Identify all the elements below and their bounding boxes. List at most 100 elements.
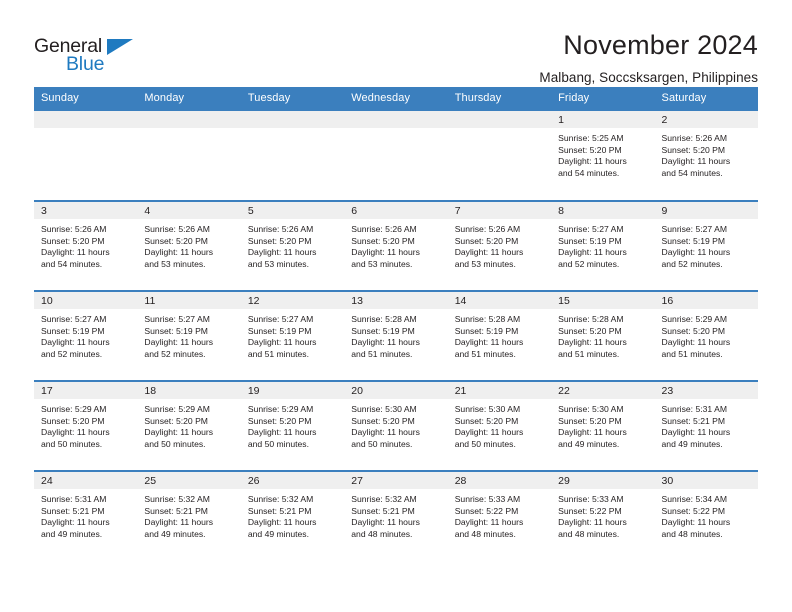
sunrise-time: Sunrise: 5:27 AM — [247, 314, 314, 324]
day-details — [344, 128, 447, 133]
sunrise-time: Sunrise: 5:26 AM — [247, 224, 314, 234]
calendar-body: 1 Sunrise: 5:25 AM Sunset: 5:20 PM Daylight… — [34, 111, 758, 561]
calendar-day-cell[interactable]: 28 Sunrise: 5:33 AM Sunset: 5:22 PM Dayligh… — [447, 470, 552, 561]
day-details: Sunrise: 5:28 AM Sunset: 5:19 PM Daylight:… — [344, 309, 447, 360]
calendar-day-cell[interactable]: 7 Sunrise: 5:26 AM Sunset: 5:20 PM Daylight… — [447, 200, 552, 291]
daylight-duration-line1: Daylight: 11 hours — [454, 427, 524, 438]
calendar-day-cell[interactable]: 1 Sunrise: 5:25 AM Sunset: 5:20 PM Daylight… — [551, 111, 655, 201]
calendar-day-cell[interactable]: 23 Sunrise: 5:31 AM Sunset: 5:21 PM Dayligh… — [654, 380, 758, 471]
sunrise-time: Sunrise: 5:30 AM — [454, 404, 521, 414]
calendar-day-cell[interactable]: 9 Sunrise: 5:27 AM Sunset: 5:19 PM Daylight… — [654, 200, 758, 291]
daylight-duration-line2: and 51 minutes. — [558, 348, 620, 359]
daylight-duration-line2: and 49 minutes. — [247, 528, 309, 539]
calendar-day-cell[interactable]: 5 Sunrise: 5:26 AM Sunset: 5:20 PM Daylight… — [240, 200, 345, 291]
calendar-day-cell[interactable]: 19 Sunrise: 5:29 AM Sunset: 5:20 PM Dayligh… — [240, 380, 345, 471]
calendar-day-cell[interactable]: 6 Sunrise: 5:26 AM Sunset: 5:20 PM Daylight… — [344, 200, 448, 291]
general-blue-logo[interactable]: General Blue — [34, 36, 146, 82]
sunset-time: Sunset: 5:19 PM — [454, 325, 519, 336]
calendar-day-cell[interactable]: 16 Sunrise: 5:29 AM Sunset: 5:20 PM Dayligh… — [654, 290, 758, 381]
sunset-time: Sunset: 5:20 PM — [351, 415, 415, 426]
sunrise-time: Sunrise: 5:29 AM — [144, 404, 210, 414]
day-details: Sunrise: 5:32 AM Sunset: 5:21 PM Daylight:… — [137, 489, 240, 540]
sunrise-time: Sunrise: 5:30 AM — [558, 404, 624, 414]
daylight-duration-line1: Daylight: 11 hours — [247, 517, 317, 528]
daylight-duration-line1: Daylight: 11 hours — [247, 337, 317, 348]
calendar-day-cell[interactable]: 13 Sunrise: 5:28 AM Sunset: 5:19 PM Dayligh… — [344, 290, 448, 381]
sunrise-time: Sunrise: 5:26 AM — [454, 224, 521, 234]
sunset-time: Sunset: 5:22 PM — [558, 505, 622, 516]
day-number: 26 — [240, 472, 345, 489]
daylight-duration-line1: Daylight: 11 hours — [661, 427, 731, 438]
sunrise-time: Sunrise: 5:34 AM — [661, 494, 727, 504]
daylight-duration-line2: and 50 minutes. — [454, 438, 516, 449]
weekday-header-friday: Friday — [551, 87, 655, 111]
sunset-time: Sunset: 5:20 PM — [558, 325, 622, 336]
sunset-time: Sunset: 5:20 PM — [661, 144, 726, 155]
calendar-day-cell[interactable]: 14 Sunrise: 5:28 AM Sunset: 5:19 PM Dayligh… — [447, 290, 552, 381]
daylight-duration-line1: Daylight: 11 hours — [41, 247, 110, 258]
day-details: Sunrise: 5:27 AM Sunset: 5:19 PM Daylight:… — [241, 309, 344, 360]
daylight-duration-line2: and 50 minutes. — [41, 438, 103, 449]
daylight-duration-line1: Daylight: 11 hours — [454, 337, 524, 348]
day-number: 25 — [137, 472, 241, 489]
weekday-header-wednesday: Wednesday — [344, 87, 448, 111]
calendar-day-cell[interactable]: 27 Sunrise: 5:32 AM Sunset: 5:21 PM Dayligh… — [344, 470, 448, 561]
calendar-day-cell[interactable]: 18 Sunrise: 5:29 AM Sunset: 5:20 PM Dayligh… — [137, 380, 241, 471]
calendar-day-cell[interactable]: 24 Sunrise: 5:31 AM Sunset: 5:21 PM Dayligh… — [34, 470, 138, 561]
calendar-day-cell[interactable]: 12 Sunrise: 5:27 AM Sunset: 5:19 PM Dayligh… — [240, 290, 345, 381]
day-details: Sunrise: 5:29 AM Sunset: 5:20 PM Daylight:… — [34, 399, 137, 450]
day-number: 14 — [447, 292, 552, 309]
day-number: 3 — [34, 202, 138, 219]
calendar-day-cell[interactable]: 15 Sunrise: 5:28 AM Sunset: 5:20 PM Dayligh… — [551, 290, 655, 381]
sunrise-time: Sunrise: 5:32 AM — [351, 494, 417, 504]
calendar-day-cell[interactable]: 8 Sunrise: 5:27 AM Sunset: 5:19 PM Daylight… — [551, 200, 655, 291]
sunrise-time: Sunrise: 5:28 AM — [558, 314, 624, 324]
sunrise-time: Sunrise: 5:29 AM — [41, 404, 107, 414]
sunset-time: Sunset: 5:21 PM — [247, 505, 312, 516]
day-number: 6 — [344, 202, 448, 219]
day-number: 27 — [344, 472, 448, 489]
daylight-duration-line1: Daylight: 11 hours — [144, 247, 214, 258]
day-details: Sunrise: 5:33 AM Sunset: 5:22 PM Daylight:… — [448, 489, 551, 540]
sunrise-time: Sunrise: 5:25 AM — [558, 133, 624, 143]
calendar-day-cell[interactable]: 17 Sunrise: 5:29 AM Sunset: 5:20 PM Dayligh… — [34, 380, 138, 471]
calendar-day-cell[interactable]: 11 Sunrise: 5:27 AM Sunset: 5:19 PM Dayligh… — [137, 290, 241, 381]
calendar-day-cell[interactable]: 20 Sunrise: 5:30 AM Sunset: 5:20 PM Dayligh… — [344, 380, 448, 471]
daylight-duration-line1: Daylight: 11 hours — [661, 517, 731, 528]
day-number: 18 — [137, 382, 241, 399]
calendar-day-cell[interactable]: 22 Sunrise: 5:30 AM Sunset: 5:20 PM Dayligh… — [551, 380, 655, 471]
sunrise-time: Sunrise: 5:26 AM — [144, 224, 210, 234]
day-details: Sunrise: 5:27 AM Sunset: 5:19 PM Daylight:… — [34, 309, 137, 360]
calendar-day-cell[interactable]: 21 Sunrise: 5:30 AM Sunset: 5:20 PM Dayligh… — [447, 380, 552, 471]
calendar-day-cell[interactable]: 25 Sunrise: 5:32 AM Sunset: 5:21 PM Dayligh… — [137, 470, 241, 561]
calendar-day-cell[interactable]: 4 Sunrise: 5:26 AM Sunset: 5:20 PM Daylight… — [137, 200, 241, 291]
daylight-duration-line2: and 49 minutes. — [41, 528, 103, 539]
day-details: Sunrise: 5:26 AM Sunset: 5:20 PM Daylight:… — [655, 128, 758, 179]
calendar-day-cell[interactable]: 30 Sunrise: 5:34 AM Sunset: 5:22 PM Dayligh… — [654, 470, 758, 561]
calendar-cell-empty — [240, 111, 345, 201]
weekday-header-saturday: Saturday — [654, 87, 758, 111]
daylight-duration-line2: and 49 minutes. — [144, 528, 206, 539]
daylight-duration-line2: and 49 minutes. — [661, 438, 723, 449]
daylight-duration-line1: Daylight: 11 hours — [144, 517, 214, 528]
calendar-day-cell[interactable]: 3 Sunrise: 5:26 AM Sunset: 5:20 PM Daylight… — [34, 200, 138, 291]
sunset-time: Sunset: 5:20 PM — [247, 235, 312, 246]
sunrise-time: Sunrise: 5:33 AM — [558, 494, 624, 504]
daylight-duration-line2: and 52 minutes. — [41, 348, 103, 359]
calendar-day-cell[interactable]: 29 Sunrise: 5:33 AM Sunset: 5:22 PM Dayligh… — [551, 470, 655, 561]
daylight-duration-line2: and 53 minutes. — [247, 258, 309, 269]
day-number: 8 — [551, 202, 655, 219]
day-number: 11 — [137, 292, 241, 309]
daylight-duration-line1: Daylight: 11 hours — [351, 247, 420, 258]
day-number — [137, 111, 241, 128]
sunset-time: Sunset: 5:21 PM — [144, 505, 208, 516]
daylight-duration-line1: Daylight: 11 hours — [454, 247, 524, 258]
calendar-page: General Blue November 2024 Malbang, Socc… — [0, 0, 792, 612]
page-subtitle: Malbang, Soccsksargen, Philippines — [539, 70, 758, 85]
calendar-day-cell[interactable]: 2 Sunrise: 5:26 AM Sunset: 5:20 PM Daylight… — [654, 111, 758, 201]
calendar-day-cell[interactable]: 10 Sunrise: 5:27 AM Sunset: 5:19 PM Dayligh… — [34, 290, 138, 381]
sunset-time: Sunset: 5:19 PM — [41, 325, 105, 336]
sunrise-time: Sunrise: 5:32 AM — [247, 494, 314, 504]
calendar-day-cell[interactable]: 26 Sunrise: 5:32 AM Sunset: 5:21 PM Dayligh… — [240, 470, 345, 561]
calendar-week-row: 17 Sunrise: 5:29 AM Sunset: 5:20 PM Dayligh… — [34, 380, 758, 471]
